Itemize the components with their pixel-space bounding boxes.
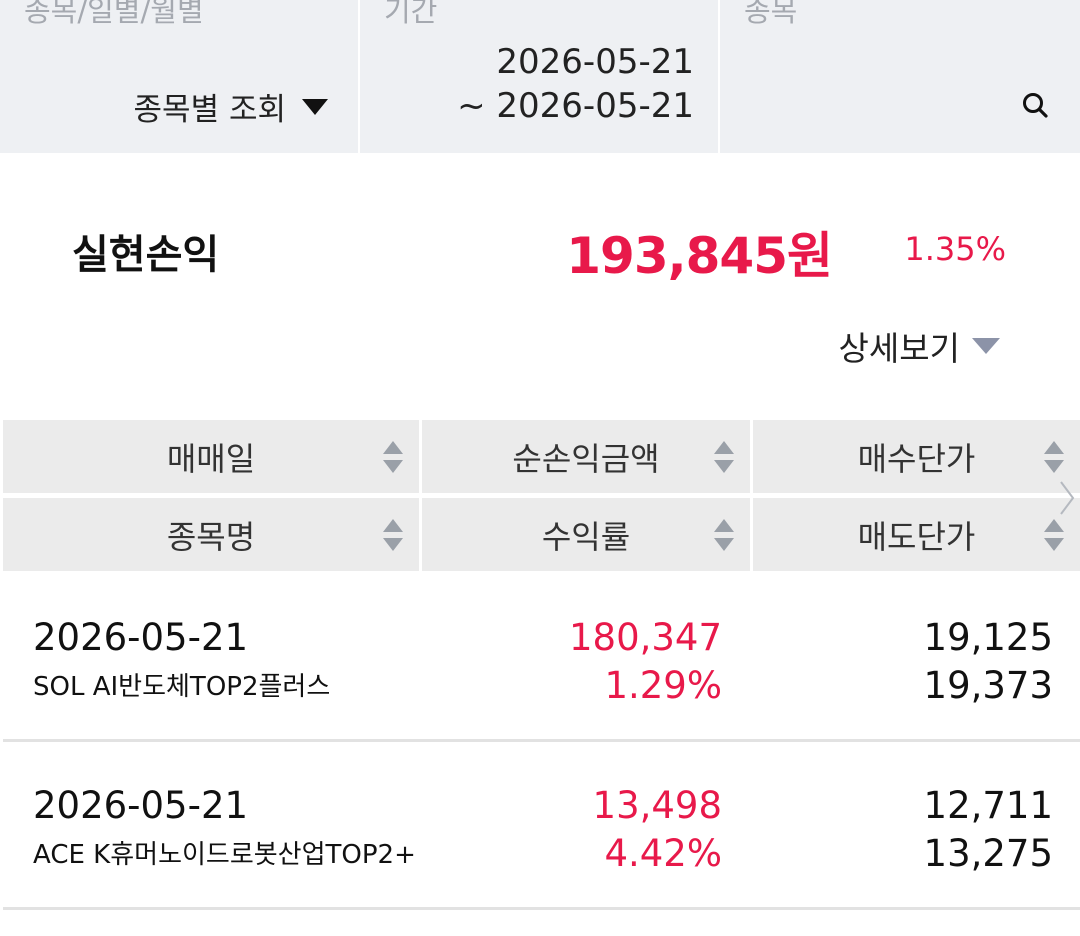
table-row[interactable]: 2026-05-21 SOL AI반도체TOP2플러스 180,347 1.29… [3, 574, 1080, 742]
sort-header-sell-price[interactable]: 매도단가 [753, 498, 1080, 571]
period-filter[interactable]: 기간 2026-05-21 ~ 2026-05-21 [360, 0, 718, 153]
caret-down-icon [302, 98, 328, 115]
date-range[interactable]: 2026-05-21 ~ 2026-05-21 [457, 40, 694, 128]
detail-toggle-label: 상세보기 [838, 329, 960, 368]
sell-price: 13,275 [923, 832, 1053, 875]
trade-date: 2026-05-21 [33, 784, 249, 827]
caret-down-icon [972, 338, 1000, 354]
sort-icon [383, 518, 403, 551]
sell-price: 19,373 [923, 664, 1053, 707]
sort-header-return-rate[interactable]: 수익률 [422, 498, 750, 571]
header-label: 매매일 [166, 439, 256, 478]
stock-name: ACE K휴머노이드로봇산업TOP2+ [33, 840, 416, 870]
return-rate: 1.29% [604, 664, 722, 707]
sort-icon [1044, 518, 1064, 551]
sort-icon [1044, 440, 1064, 473]
sort-icon [714, 440, 734, 473]
stock-label: 종목 [744, 0, 798, 28]
sort-header-buy-price[interactable]: 매수단가 [753, 420, 1080, 493]
detail-toggle-button[interactable]: 상세보기 [839, 322, 1000, 370]
period-label: 기간 [384, 0, 438, 28]
header-label: 매수단가 [857, 439, 976, 478]
chevron-right-icon[interactable] [1058, 478, 1076, 518]
sort-header-net-profit[interactable]: 순손익금액 [422, 420, 750, 493]
net-profit: 180,347 [568, 616, 722, 659]
return-rate: 4.42% [604, 832, 722, 875]
sort-icon [383, 440, 403, 473]
sort-header-trade-date[interactable]: 매매일 [3, 420, 419, 493]
net-profit: 13,498 [592, 784, 722, 827]
realized-pnl-label: 실현손익 [72, 232, 220, 278]
buy-price: 12,711 [923, 784, 1053, 827]
view-type-value: 종목별 조회 [133, 92, 286, 128]
realized-pnl-amount: 193,845원 [566, 227, 833, 285]
view-type-filter[interactable]: 종목/일별/월별 종목별 조회 [0, 0, 358, 153]
period-start: 2026-05-21 [496, 42, 694, 82]
filter-bar: 종목/일별/월별 종목별 조회 기간 2026-05-21 ~ 2026-05-… [0, 0, 1080, 153]
header-label: 종목명 [166, 517, 256, 556]
realized-pnl-rate: 1.35% [904, 230, 1006, 268]
table-header: 매매일 순손익금액 매수단가 종목명 수익률 매도단가 [3, 420, 1080, 573]
view-type-label: 종목/일별/월별 [24, 0, 204, 28]
header-label: 매도단가 [857, 517, 976, 556]
search-icon[interactable] [1020, 90, 1050, 120]
stock-filter[interactable]: 종목 [720, 0, 1080, 153]
table-row[interactable]: 2026-05-21 ACE K휴머노이드로봇산업TOP2+ 13,498 4.… [3, 742, 1080, 910]
view-type-select[interactable]: 종목별 조회 [134, 84, 328, 129]
sort-icon [714, 518, 734, 551]
stock-name: SOL AI반도체TOP2플러스 [33, 672, 331, 702]
buy-price: 19,125 [923, 616, 1053, 659]
period-end: ~ 2026-05-21 [457, 86, 694, 126]
header-label: 순손익금액 [512, 439, 660, 478]
header-label: 수익률 [541, 517, 631, 556]
sort-header-stock-name[interactable]: 종목명 [3, 498, 419, 571]
trade-date: 2026-05-21 [33, 616, 249, 659]
